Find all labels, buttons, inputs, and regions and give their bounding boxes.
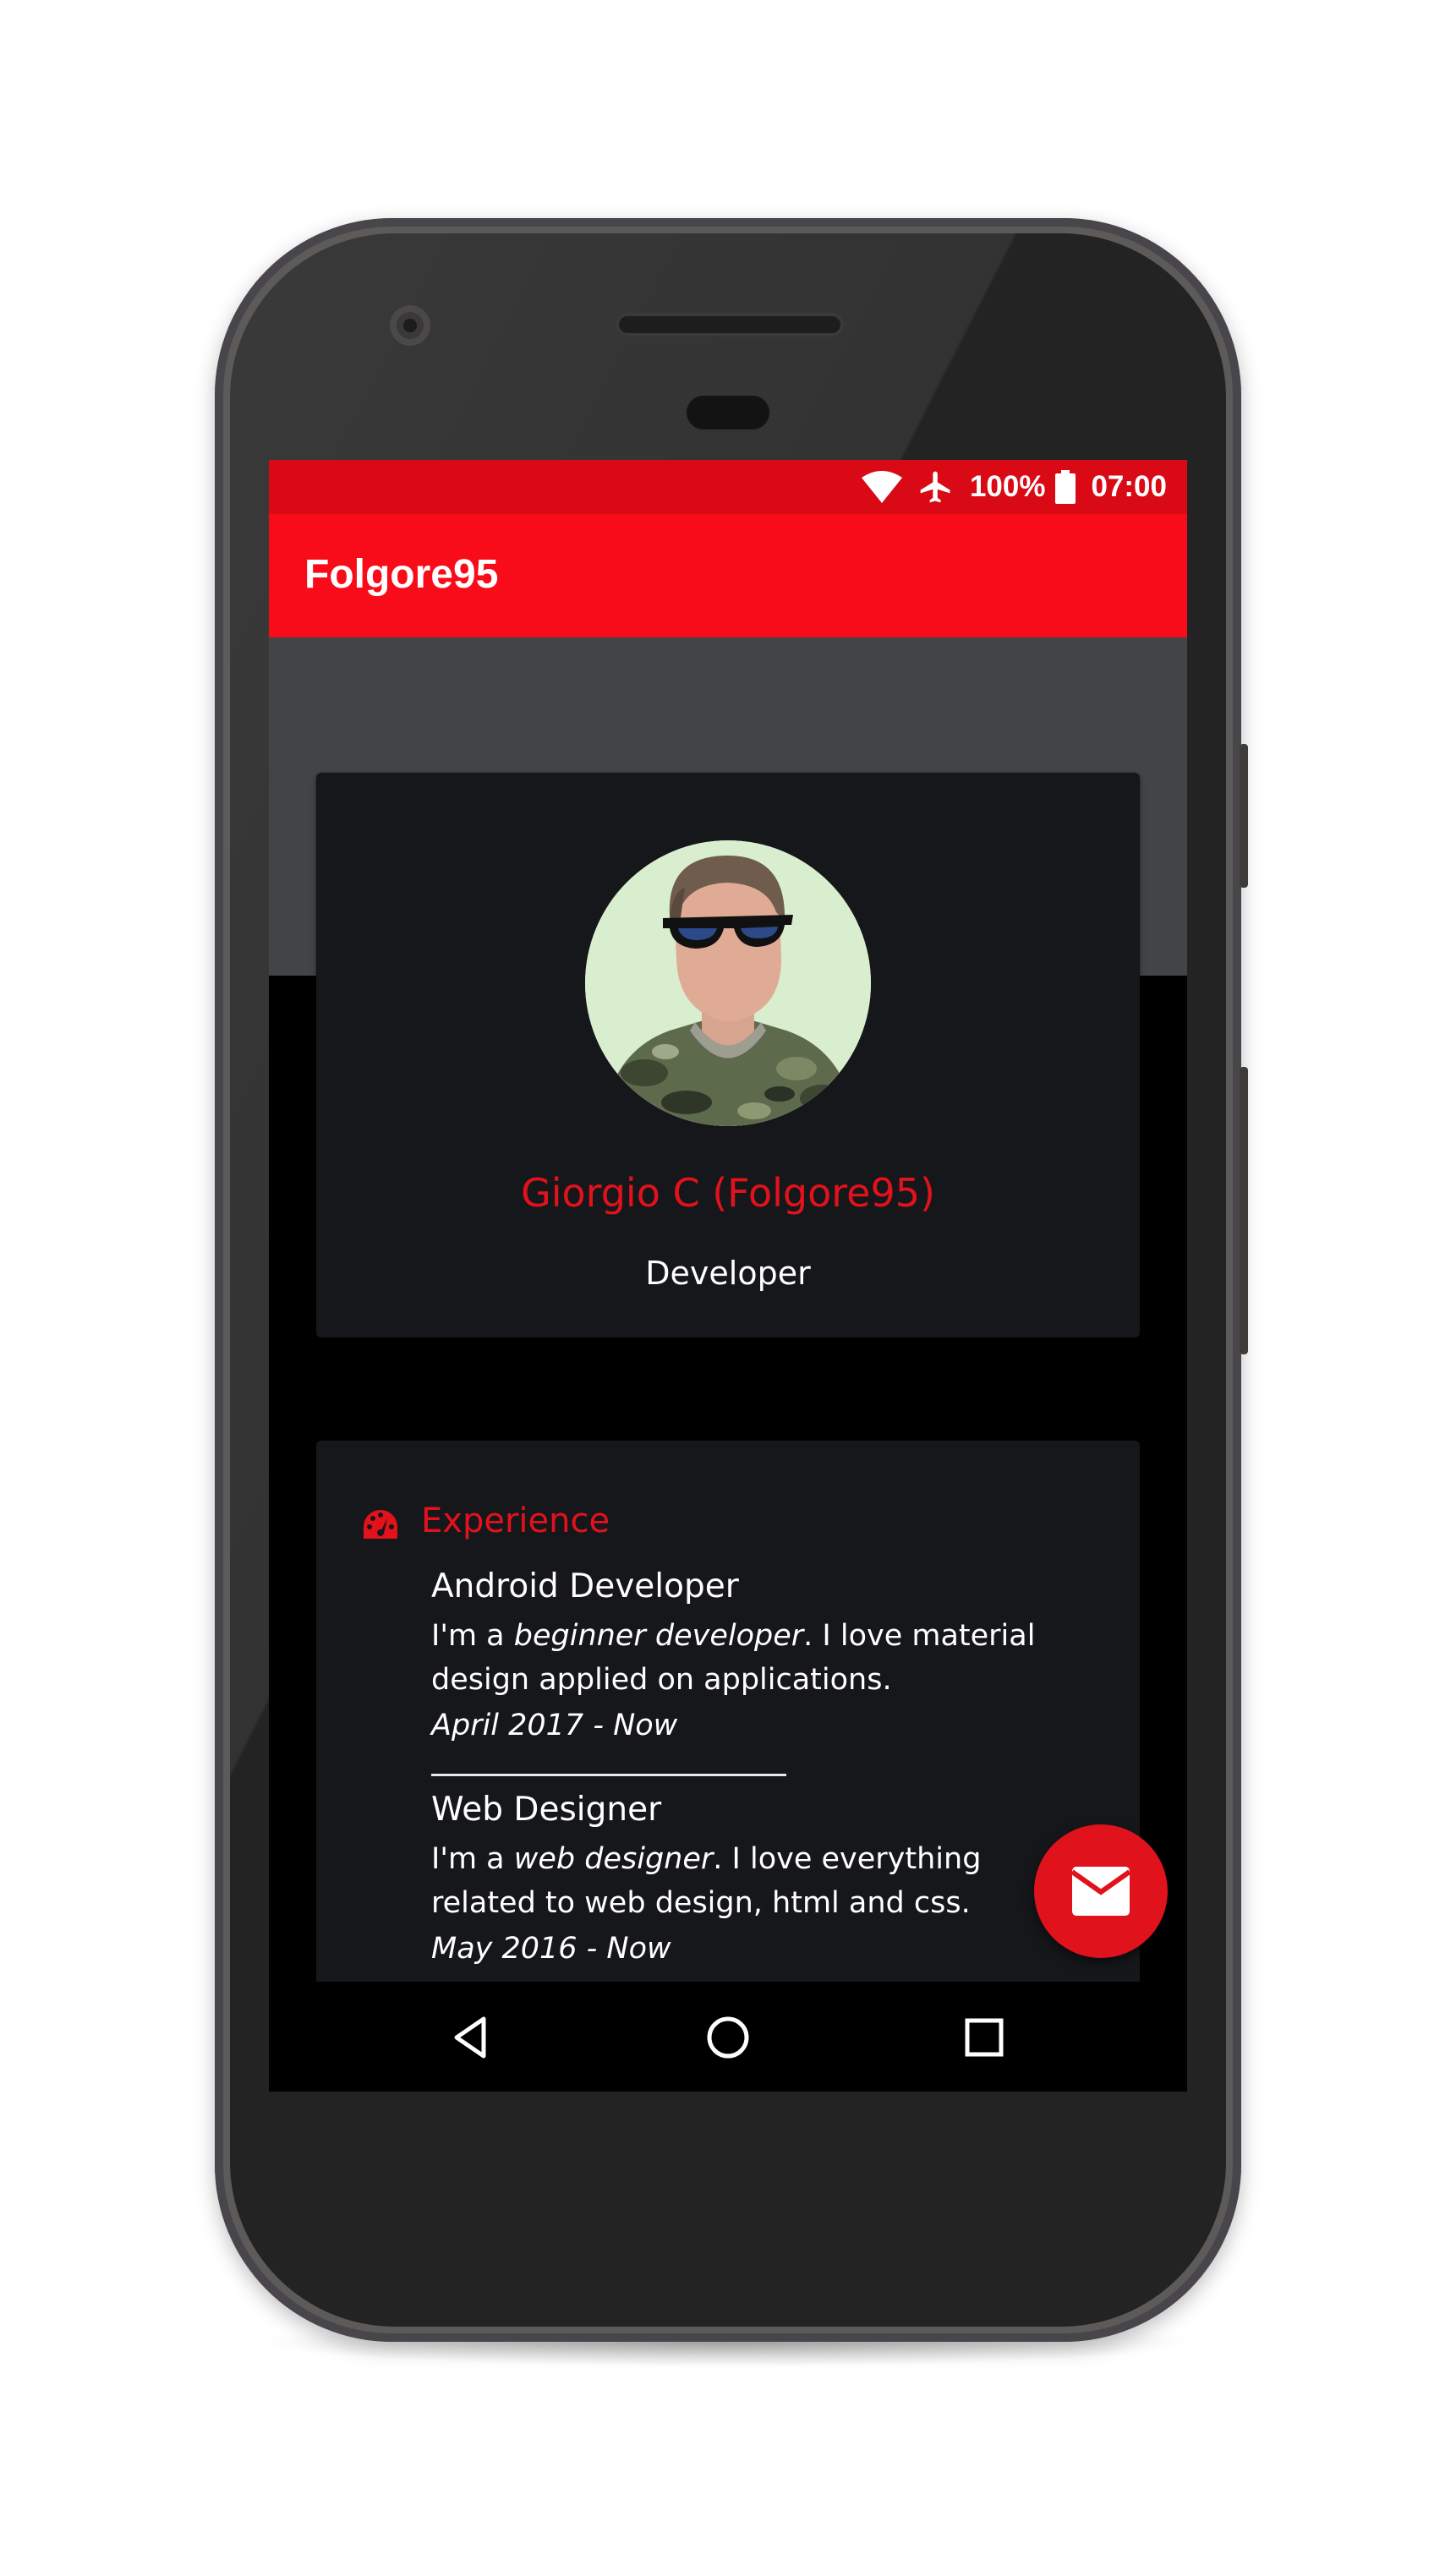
experience-divider	[431, 1774, 786, 1776]
app-title: Folgore95	[304, 552, 499, 597]
app-bar: Folgore95	[269, 514, 1187, 637]
battery-icon	[1055, 470, 1076, 504]
earpiece-speaker	[616, 313, 844, 336]
proximity-sensor	[687, 396, 769, 429]
clock: 07:00	[1091, 470, 1167, 503]
airplane-icon	[917, 468, 955, 506]
job-date: April 2017 - Now	[431, 1709, 678, 1742]
job-title: Web Designer	[431, 1791, 662, 1829]
experience-heading: Experience	[421, 1501, 610, 1540]
email-icon	[1072, 1867, 1130, 1916]
battery-percentage: 100%	[969, 470, 1046, 503]
home-icon[interactable]	[703, 2012, 753, 2063]
power-button	[1240, 744, 1248, 888]
avatar-illustration-icon	[585, 840, 871, 1126]
navigation-bar	[269, 1982, 1187, 2092]
job-date: May 2016 - Now	[431, 1932, 671, 1966]
profile-card: Giorgio C (Folgore95) Developer	[316, 773, 1140, 1337]
experience-item: Web Designer I'm a web designer. I love …	[431, 1791, 1074, 1966]
job-description: I'm a beginner developer. I love materia…	[431, 1619, 1036, 1697]
wifi-icon	[861, 471, 902, 503]
job-title: Android Developer	[431, 1567, 739, 1605]
dashboard-icon	[364, 1510, 397, 1539]
email-fab-button[interactable]	[1034, 1824, 1168, 1958]
profile-name: Giorgio C (Folgore95)	[521, 1170, 935, 1216]
screen: 100% 07:00 Folgore95 Giorgio C (Folgore9…	[269, 460, 1187, 2092]
job-description-emphasis: beginner developer	[513, 1619, 804, 1653]
front-camera	[390, 305, 430, 346]
recents-icon[interactable]	[959, 2012, 1010, 2063]
experience-item: Android Developer I'm a beginner develop…	[431, 1567, 1074, 1742]
avatar[interactable]	[585, 840, 871, 1126]
back-icon[interactable]	[446, 2012, 497, 2063]
job-description-emphasis: web designer	[513, 1842, 714, 1876]
status-bar: 100% 07:00	[269, 460, 1187, 514]
experience-card: Experience Android Developer I'm a begin…	[316, 1441, 1140, 2032]
job-description: I'm a web designer. I love everything re…	[431, 1842, 982, 1920]
profile-role: Developer	[645, 1255, 811, 1292]
volume-button	[1240, 1067, 1248, 1354]
